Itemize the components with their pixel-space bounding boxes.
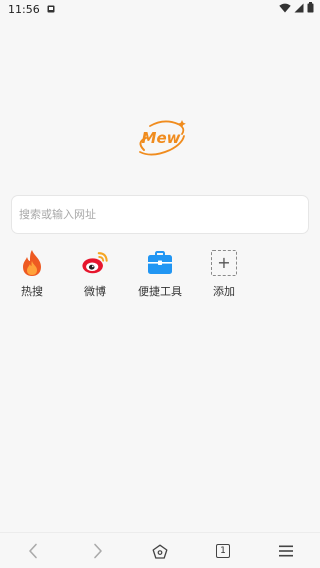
back-arrow-icon	[29, 543, 37, 559]
quick-item-weibo[interactable]: 微博	[65, 249, 125, 299]
status-time: 11:56	[8, 2, 40, 16]
quick-item-add[interactable]: + 添加	[194, 249, 254, 299]
browser-home-screen: 11:56 Mew 搜索或输入网址 热搜 微博 便捷工具 + 添加 1	[0, 0, 320, 568]
wifi-icon	[279, 3, 291, 16]
weibo-icon	[81, 249, 109, 277]
add-icon: +	[211, 250, 237, 276]
home-icon	[152, 544, 168, 559]
quick-access-grid: 热搜 微博 便捷工具 + 添加	[0, 249, 320, 299]
quick-item-label: 添加	[213, 285, 235, 298]
menu-button[interactable]	[266, 533, 306, 568]
tabs-button[interactable]: 1	[203, 533, 243, 568]
toolbox-icon	[146, 249, 174, 277]
mew-logo: Mew	[134, 114, 188, 162]
logo-text: Mew	[142, 129, 181, 147]
picture-notification-icon	[47, 3, 55, 16]
flame-icon	[18, 249, 46, 277]
back-button[interactable]	[13, 533, 53, 568]
quick-item-hot-search[interactable]: 热搜	[2, 249, 62, 299]
tab-count-badge: 1	[216, 544, 230, 558]
quick-item-label: 微博	[84, 285, 106, 298]
forward-button[interactable]	[78, 533, 118, 568]
forward-arrow-icon	[94, 543, 102, 559]
menu-icon	[279, 545, 293, 557]
battery-icon	[307, 2, 314, 16]
bottom-toolbar: 1	[0, 532, 320, 568]
cell-signal-icon	[294, 3, 304, 16]
search-input[interactable]	[19, 208, 308, 221]
search-bar[interactable]	[11, 195, 309, 234]
home-button[interactable]	[140, 533, 180, 568]
quick-item-label: 热搜	[21, 285, 43, 298]
quick-item-label: 便捷工具	[138, 285, 182, 298]
status-bar: 11:56	[0, 0, 320, 18]
quick-item-tools[interactable]: 便捷工具	[130, 249, 190, 299]
